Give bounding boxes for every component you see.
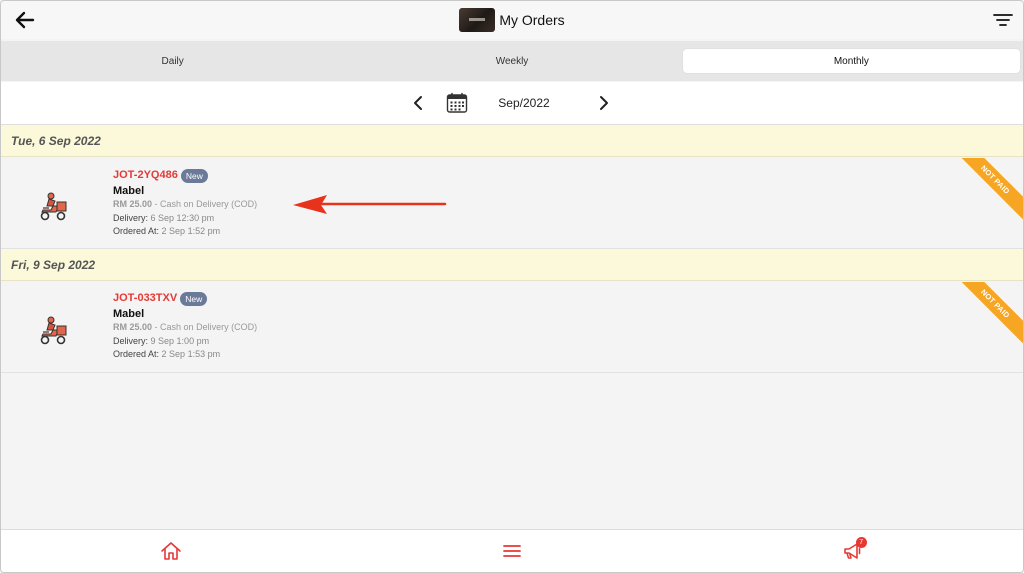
payment-method: - Cash on Delivery (COD) — [154, 199, 258, 209]
calendar-button[interactable] — [445, 91, 469, 115]
status-badge: New — [180, 291, 208, 306]
chevron-left-icon — [414, 96, 422, 110]
menu-icon — [503, 545, 521, 557]
next-month-button[interactable] — [593, 92, 615, 114]
page-title: My Orders — [499, 12, 565, 28]
date-group-header: Fri, 9 Sep 2022 — [1, 249, 1023, 281]
delivery-label: Delivery: — [113, 212, 149, 223]
bottom-navigation: 7 — [1, 529, 1023, 572]
menu-button[interactable] — [498, 537, 526, 565]
payment-line: RM 25.00 - Cash on Delivery (COD) — [113, 198, 257, 212]
ordered-label: Ordered At: — [113, 349, 160, 359]
delivery-scooter-icon — [40, 316, 67, 345]
delivery-time: 6 Sep 12:30 pm — [150, 212, 215, 223]
delivery-label: Delivery: — [113, 335, 149, 346]
date-group-header: Tue, 6 Sep 2022 — [1, 125, 1023, 157]
not-paid-ribbon: NOT PAID — [955, 158, 1023, 220]
ordered-line: Ordered At: 2 Sep 1:53 pm — [113, 348, 257, 362]
not-paid-ribbon: NOT PAID — [955, 282, 1023, 344]
status-badge: New — [180, 168, 208, 183]
payment-method: - Cash on Delivery (COD) — [154, 322, 258, 332]
month-navigator: Sep/2022 — [1, 82, 1023, 125]
order-details: JOT-033TXV New Mabel RM 25.00 - Cash on … — [113, 290, 257, 362]
home-button[interactable] — [157, 537, 185, 565]
arrow-left-icon — [15, 11, 35, 29]
app-header: My Orders — [1, 1, 1023, 39]
order-details: JOT-2YQ486 New Mabel RM 25.00 - Cash on … — [113, 167, 257, 239]
order-amount: RM 25.00 — [113, 199, 153, 209]
home-icon — [161, 542, 182, 560]
ordered-label: Ordered At: — [113, 226, 160, 236]
customer-name: Mabel — [113, 185, 145, 197]
ordered-time: 2 Sep 1:52 pm — [161, 226, 221, 236]
store-logo — [459, 8, 496, 32]
period-tabs: Daily Weekly Monthly — [1, 41, 1023, 81]
delivery-line: Delivery: 9 Sep 1:00 pm — [113, 335, 257, 349]
notification-count-badge: 7 — [855, 537, 867, 548]
delivery-line: Delivery: 6 Sep 12:30 pm — [113, 212, 257, 226]
delivery-time: 9 Sep 1:00 pm — [150, 335, 210, 346]
order-card[interactable]: JOT-2YQ486 New Mabel RM 25.00 - Cash on … — [1, 158, 1023, 249]
order-id[interactable]: JOT-033TXV — [113, 292, 177, 306]
current-month-label: Sep/2022 — [498, 96, 550, 110]
filter-button[interactable] — [989, 7, 1017, 33]
calendar-icon — [446, 92, 468, 113]
customer-name: Mabel — [113, 308, 145, 320]
annotation-arrow-icon — [293, 195, 447, 214]
tab-weekly[interactable]: Weekly — [343, 49, 680, 73]
filter-lines-icon — [993, 14, 1013, 26]
title-group: My Orders — [459, 8, 565, 32]
ordered-time: 2 Sep 1:53 pm — [161, 349, 221, 359]
chevron-right-icon — [600, 96, 608, 110]
tab-daily[interactable]: Daily — [4, 49, 341, 73]
delivery-scooter-icon — [40, 192, 67, 221]
previous-month-button[interactable] — [407, 92, 429, 114]
ordered-line: Ordered At: 2 Sep 1:52 pm — [113, 225, 257, 239]
order-id[interactable]: JOT-2YQ486 — [113, 169, 178, 183]
back-button[interactable] — [11, 6, 39, 34]
order-amount: RM 25.00 — [113, 322, 153, 332]
tab-monthly[interactable]: Monthly — [682, 49, 1020, 73]
app-window: My Orders Daily Weekly Monthly Sep/2022 … — [0, 0, 1024, 573]
order-card[interactable]: JOT-033TXV New Mabel RM 25.00 - Cash on … — [1, 282, 1023, 373]
payment-line: RM 25.00 - Cash on Delivery (COD) — [113, 321, 257, 335]
announcements-button[interactable]: 7 — [839, 537, 867, 565]
